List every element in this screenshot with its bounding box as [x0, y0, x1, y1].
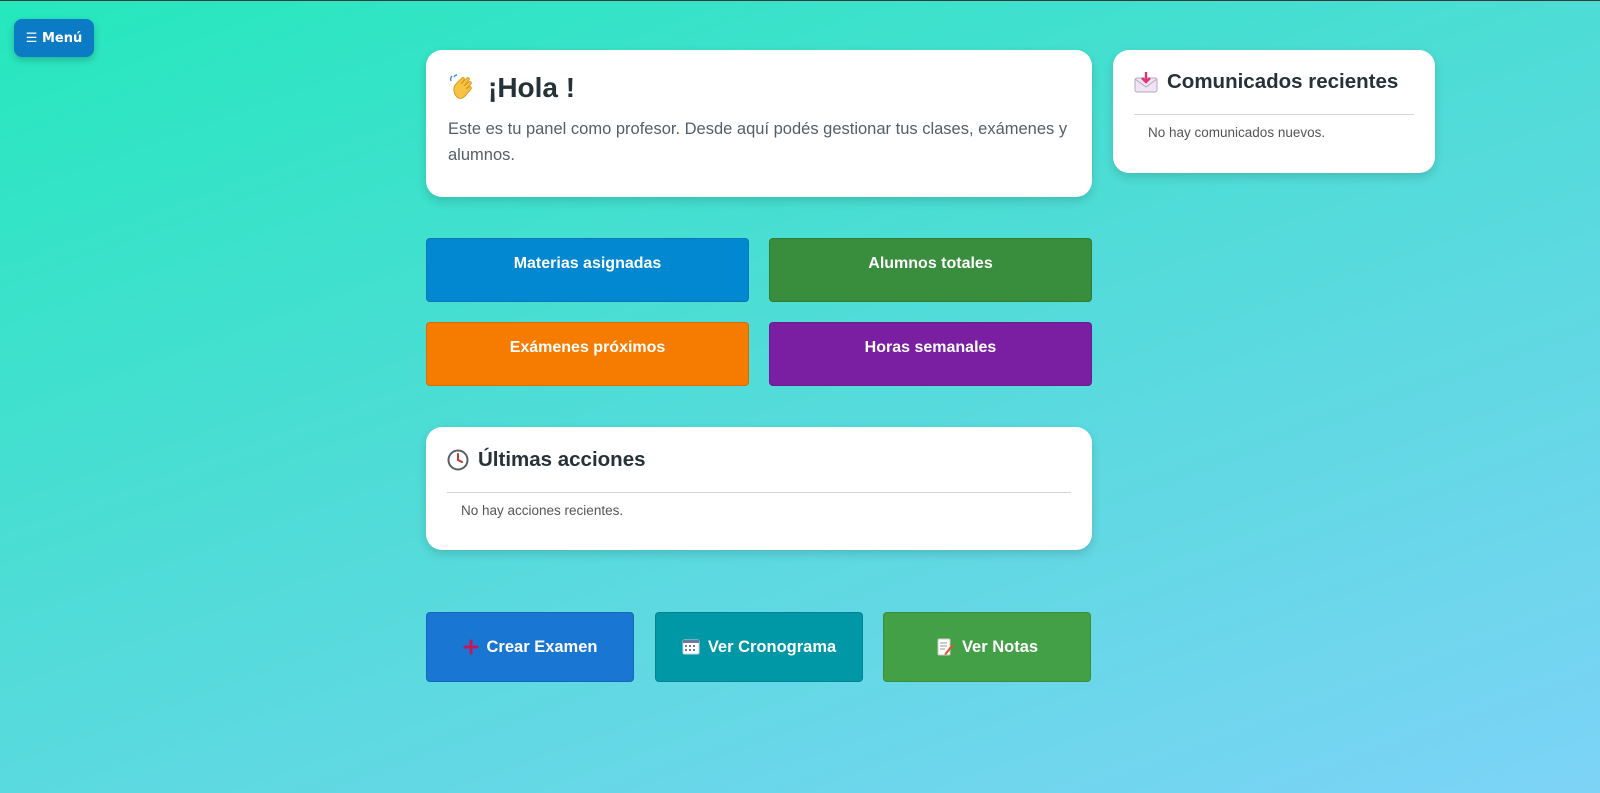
clock-icon: [447, 449, 469, 471]
memo-icon: [936, 638, 954, 656]
stat-materias-asignadas[interactable]: Materias asignadas: [426, 238, 749, 302]
menu-label: ☰ Menú: [25, 30, 83, 46]
news-empty-text: No hay comunicados nuevos.: [1148, 125, 1326, 140]
stat-examenes-proximos[interactable]: Exámenes próximos: [426, 322, 749, 386]
news-divider: [1134, 114, 1414, 115]
actions-divider: [447, 492, 1071, 493]
stat-alumnos-totales[interactable]: Alumnos totales: [769, 238, 1092, 302]
ver-notas-button[interactable]: Ver Notas: [883, 612, 1091, 682]
stat-label: Materias asignadas: [513, 255, 662, 272]
crear-examen-label: Crear Examen: [486, 637, 598, 656]
actions-title: Últimas acciones: [478, 448, 646, 471]
welcome-title: ¡Hola !: [488, 72, 576, 103]
plus-icon: [463, 639, 479, 655]
recent-actions-card: Últimas acciones No hay acciones recient…: [426, 427, 1092, 550]
news-title: Comunicados recientes: [1167, 70, 1399, 93]
welcome-text: Este es tu panel como profesor. Desde aq…: [448, 120, 1068, 164]
stat-horas-semanales[interactable]: Horas semanales: [769, 322, 1092, 386]
news-heading: Comunicados recientes: [1134, 70, 1414, 94]
ver-cronograma-label: Ver Cronograma: [707, 637, 837, 656]
news-card: Comunicados recientes No hay comunicados…: [1113, 50, 1435, 173]
welcome-heading: ¡Hola !: [448, 72, 1070, 104]
incoming-envelope-icon: [1134, 71, 1158, 93]
calendar-icon: [682, 639, 700, 655]
actions-heading: Últimas acciones: [447, 448, 1071, 472]
waving-hand-icon: [448, 73, 478, 103]
stat-label: Horas semanales: [864, 339, 997, 356]
actions-empty-text: No hay acciones recientes.: [461, 503, 624, 518]
welcome-card: ¡Hola ! Este es tu panel como profesor. …: [426, 50, 1092, 197]
ver-cronograma-button[interactable]: Ver Cronograma: [655, 612, 863, 682]
menu-button[interactable]: ☰ Menú: [14, 19, 94, 57]
crear-examen-button[interactable]: Crear Examen: [426, 612, 634, 682]
ver-notas-label: Ver Notas: [961, 637, 1039, 656]
stat-label: Exámenes próximos: [509, 339, 666, 356]
stat-label: Alumnos totales: [868, 255, 993, 272]
